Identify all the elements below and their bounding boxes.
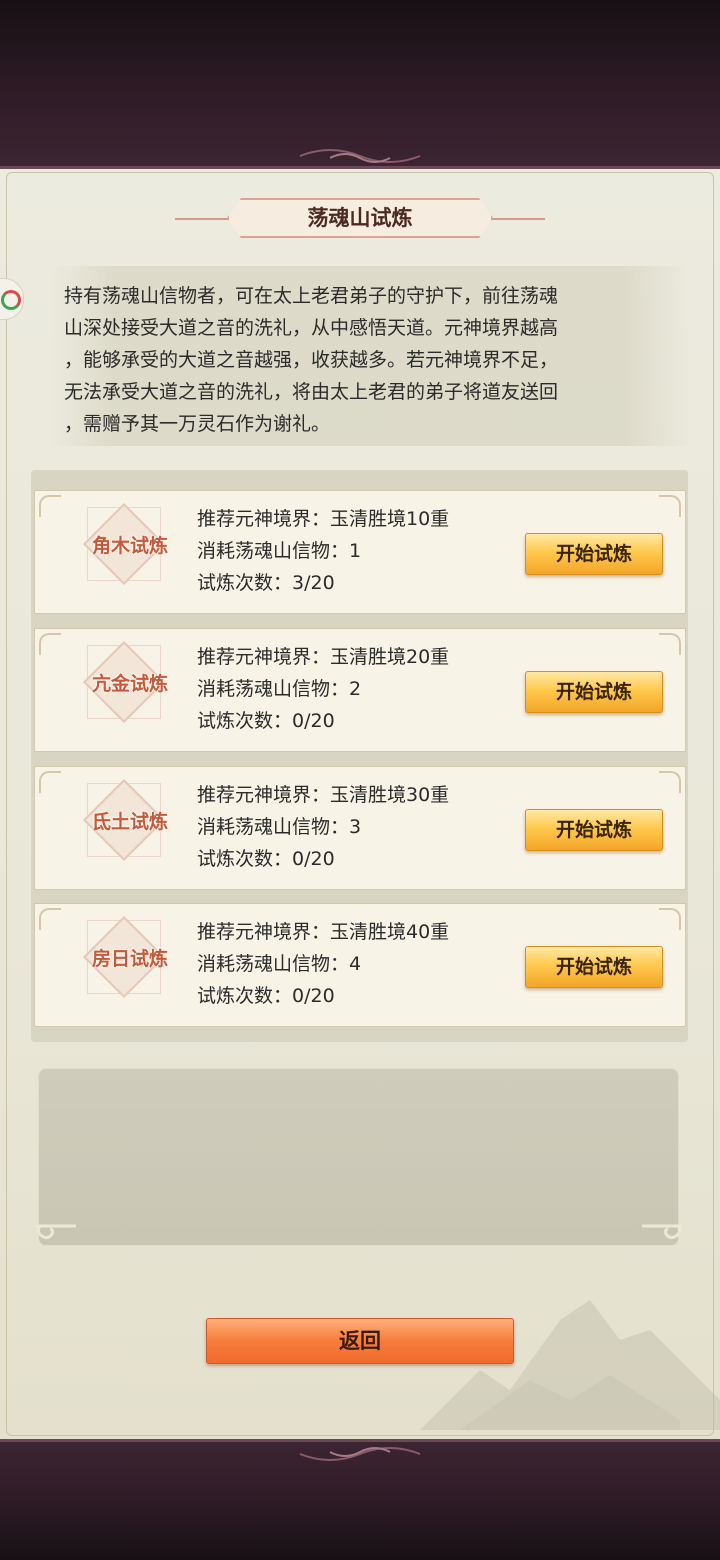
trial-name: 房日试炼 (91, 948, 168, 970)
trial-info: 推荐元神境界：玉清胜境40重 消耗荡魂山信物：4 试炼次数：0/20 (197, 916, 449, 1012)
top-ornament (299, 149, 421, 163)
trial-recommend: 推荐元神境界：玉清胜境40重 (197, 921, 450, 943)
trial-cost: 消耗荡魂山信物：2 (197, 678, 362, 700)
description-line: ，需赠予其一万灵石作为谢礼。 (64, 413, 331, 435)
reward-area (38, 1068, 679, 1246)
trial-name: 角木试炼 (91, 535, 168, 557)
trial-card-kangjin: 亢金试炼 推荐元神境界：玉清胜境20重 消耗荡魂山信物：2 试炼次数：0/20 … (34, 628, 686, 752)
trial-cost: 消耗荡魂山信物：1 (197, 540, 362, 562)
trial-attempts: 试炼次数：3/20 (197, 572, 335, 594)
start-trial-button[interactable]: 开始试炼 (525, 946, 663, 988)
start-trial-button[interactable]: 开始试炼 (525, 533, 663, 575)
description-text: 持有荡魂山信物者，可在太上老君弟子的守护下，前往荡魂 山深处接受大道之音的洗礼，… (64, 280, 664, 440)
card-corner-ornament (39, 908, 61, 930)
scroll-right-icon (642, 1224, 682, 1240)
card-corner-ornament (39, 495, 61, 517)
trial-info: 推荐元神境界：玉清胜境30重 消耗荡魂山信物：3 试炼次数：0/20 (197, 779, 449, 875)
trial-info: 推荐元神境界：玉清胜境10重 消耗荡魂山信物：1 试炼次数：3/20 (197, 503, 449, 599)
description-line: 持有荡魂山信物者，可在太上老君弟子的守护下，前往荡魂 (64, 285, 559, 307)
title-line-right (485, 218, 545, 220)
description-line: 无法承受大道之音的洗礼，将由太上老君的弟子将道友送回 (64, 381, 559, 403)
trial-cost: 消耗荡魂山信物：4 (197, 953, 362, 975)
card-corner-ornament (659, 495, 681, 517)
trial-card-fangri: 房日试炼 推荐元神境界：玉清胜境40重 消耗荡魂山信物：4 试炼次数：0/20 … (34, 903, 686, 1027)
trial-name: 亢金试炼 (91, 673, 168, 695)
trial-info: 推荐元神境界：玉清胜境20重 消耗荡魂山信物：2 试炼次数：0/20 (197, 641, 449, 737)
trial-card-ditu: 氐土试炼 推荐元神境界：玉清胜境30重 消耗荡魂山信物：3 试炼次数：0/20 … (34, 766, 686, 890)
trial-recommend: 推荐元神境界：玉清胜境20重 (197, 646, 450, 668)
start-trial-button[interactable]: 开始试炼 (525, 809, 663, 851)
trial-recommend: 推荐元神境界：玉清胜境30重 (197, 784, 450, 806)
trial-attempts: 试炼次数：0/20 (197, 710, 335, 732)
bottom-ornament (299, 1447, 421, 1461)
start-trial-button[interactable]: 开始试炼 (525, 671, 663, 713)
back-button[interactable]: 返回 (206, 1318, 514, 1364)
card-corner-ornament (659, 633, 681, 655)
card-corner-ornament (39, 771, 61, 793)
trial-attempts: 试炼次数：0/20 (197, 848, 335, 870)
trial-cost: 消耗荡魂山信物：3 (197, 816, 362, 838)
trial-name: 氐土试炼 (91, 811, 168, 833)
title-line-left (175, 218, 235, 220)
page-title: 荡魂山试炼 (307, 206, 413, 230)
description-line: 山深处接受大道之音的洗礼，从中感悟天道。元神境界越高 (64, 317, 559, 339)
card-corner-ornament (39, 633, 61, 655)
scroll-left-icon (36, 1224, 76, 1240)
trial-recommend: 推荐元神境界：玉清胜境10重 (197, 508, 450, 530)
card-corner-ornament (659, 771, 681, 793)
description-line: ，能够承受的大道之音越强，收获越多。若元神境界不足， (64, 349, 559, 371)
trial-attempts: 试炼次数：0/20 (197, 985, 335, 1007)
card-corner-ornament (659, 908, 681, 930)
trial-card-jiaomu: 角木试炼 推荐元神境界：玉清胜境10重 消耗荡魂山信物：1 试炼次数：3/20 … (34, 490, 686, 614)
title-banner: 荡魂山试炼 (175, 196, 545, 242)
